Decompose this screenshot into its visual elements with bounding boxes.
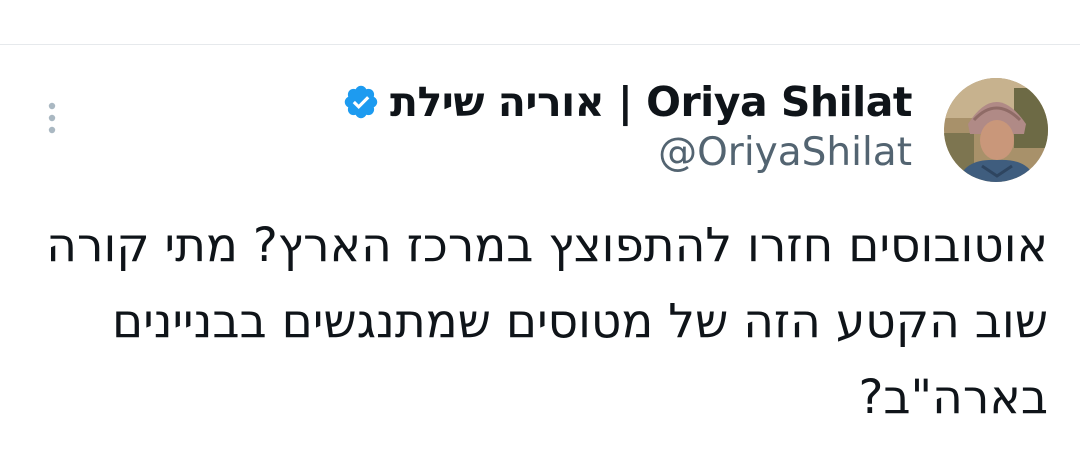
author-display-name[interactable]: אוריה שילת | Oriya Shilat xyxy=(390,78,913,126)
author-name-row[interactable]: אוריה שילת | Oriya Shilat xyxy=(342,74,913,130)
author-handle[interactable]: @OriyaShilat xyxy=(658,130,912,175)
tweet-text: אוטובוסים חזרו להתפוצץ במרכז הארץ? מתי ק… xyxy=(46,218,1048,425)
top-divider xyxy=(0,44,1080,45)
verified-badge-icon xyxy=(342,83,380,121)
more-options-icon[interactable] xyxy=(44,100,60,140)
avatar[interactable] xyxy=(944,78,1048,182)
